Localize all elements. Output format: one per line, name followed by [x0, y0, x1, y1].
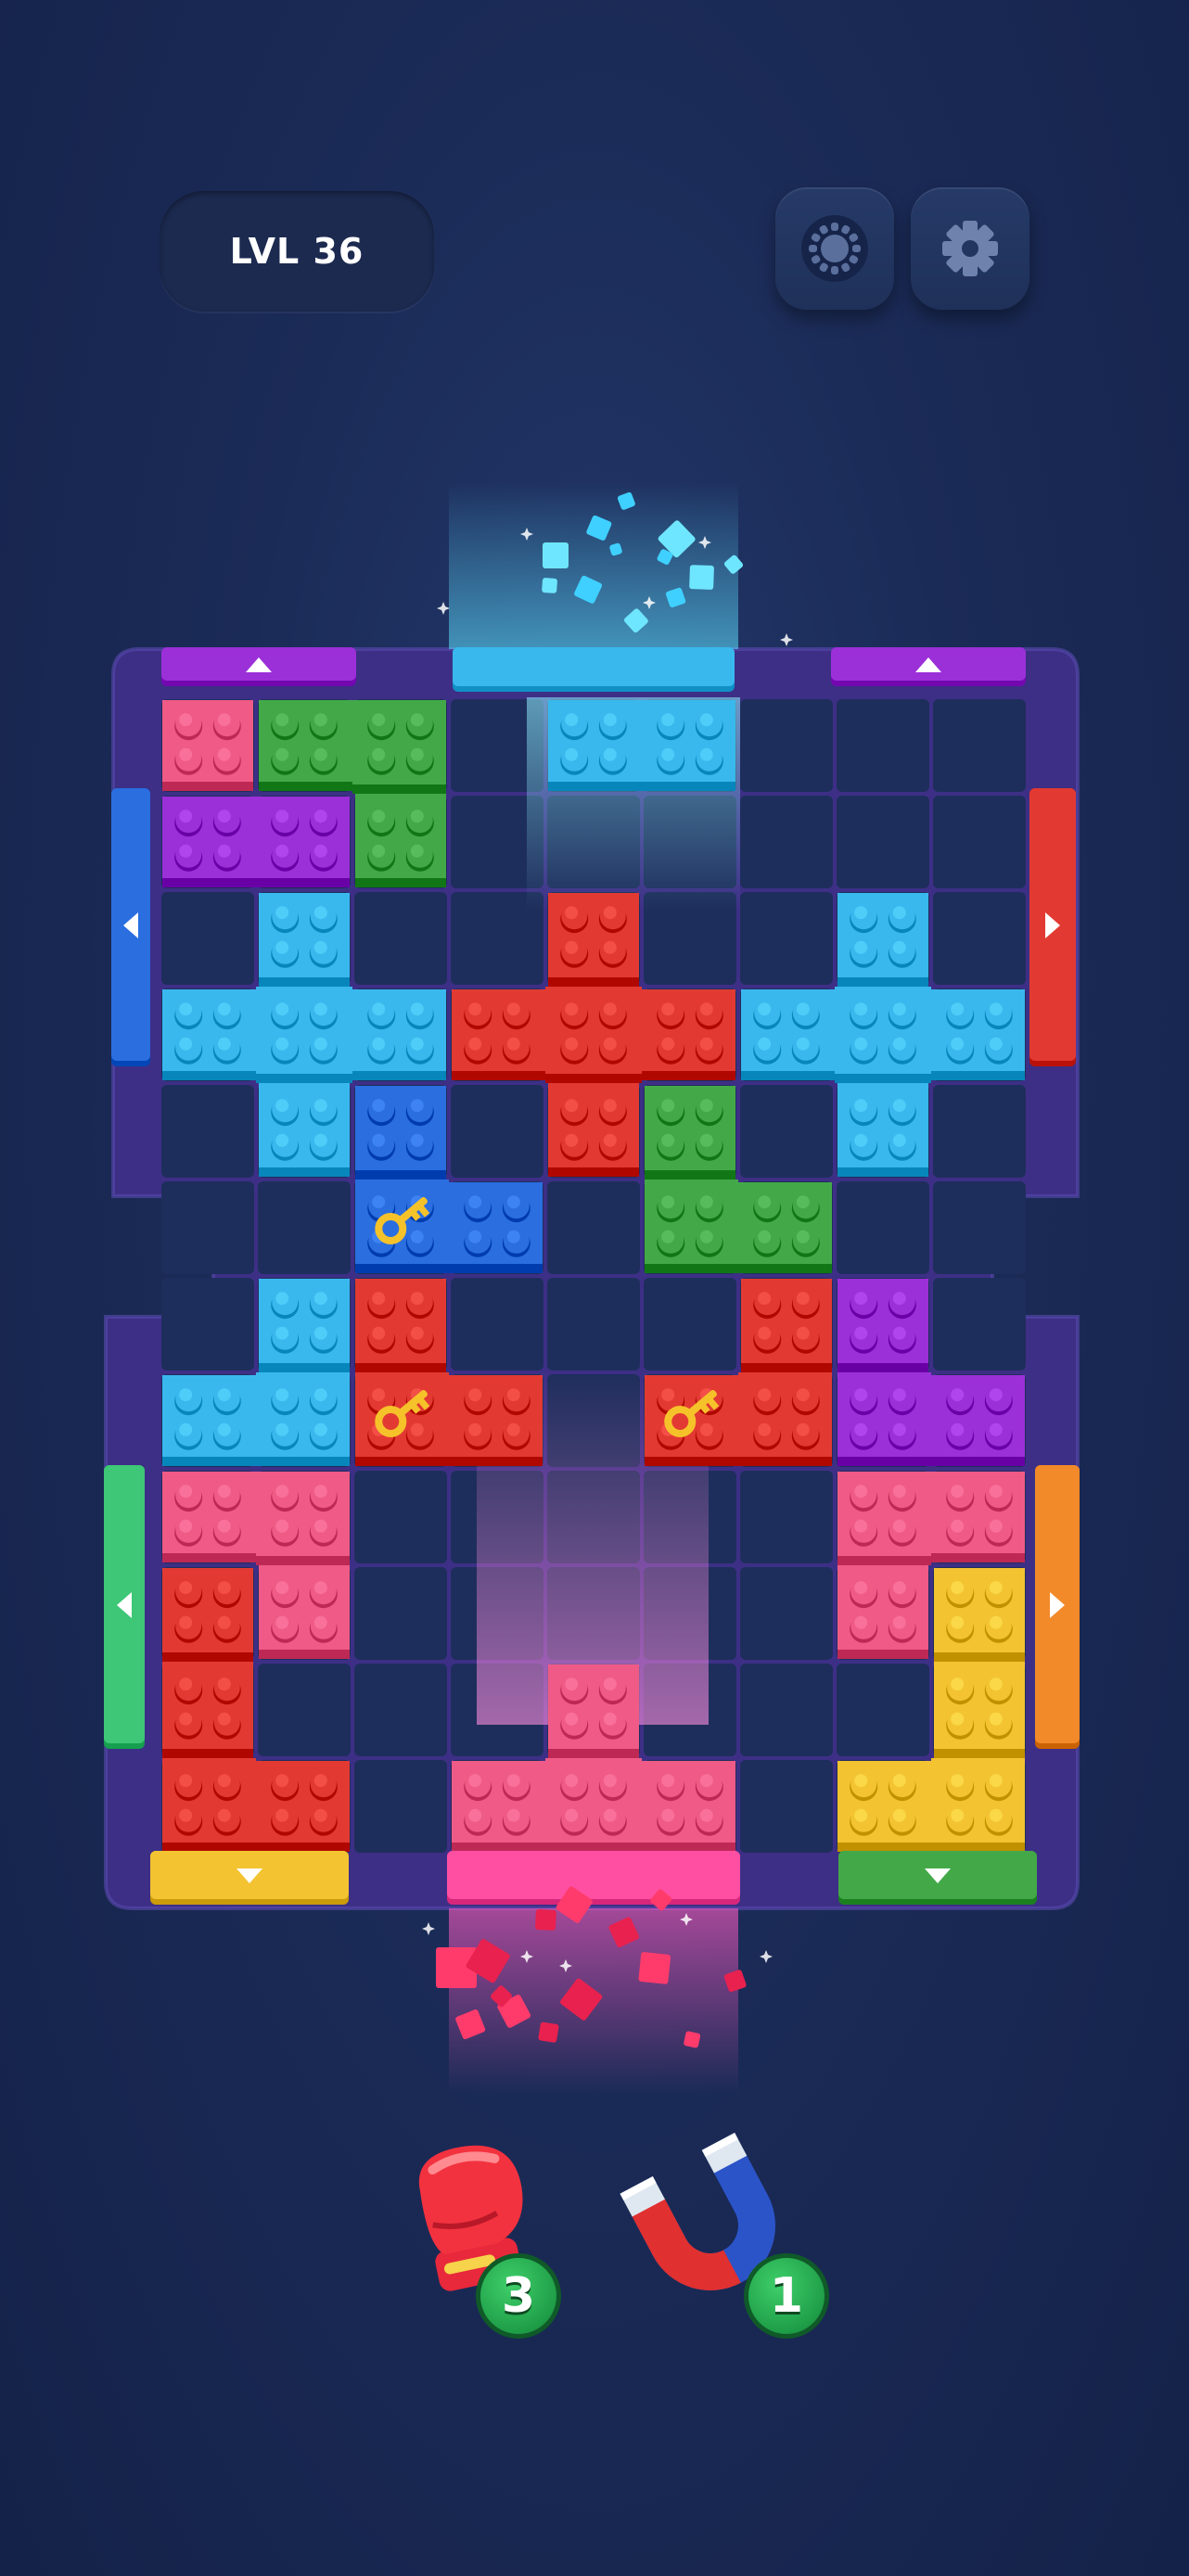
- exit-gate-blue-left: [111, 788, 150, 1066]
- cyan-particle: [542, 578, 557, 593]
- grid-cell: [933, 1278, 1026, 1371]
- sparkle-icon: [422, 1922, 435, 1935]
- grid-cell: [161, 892, 254, 985]
- sparkle-icon: [437, 602, 450, 615]
- grid-cell: [258, 1181, 351, 1274]
- exit-gate-orange-right: [1035, 1465, 1080, 1749]
- exit-gate-purple-top: [831, 647, 1026, 686]
- grid-cell: [837, 1181, 929, 1274]
- grid-cell: [740, 1664, 833, 1756]
- grid-cell: [354, 1664, 447, 1756]
- grid-cell: [547, 1278, 640, 1371]
- grid-cell: [740, 796, 833, 888]
- grid-cell: [933, 699, 1026, 792]
- sparkle-icon: [780, 633, 793, 646]
- magnet-count: 1: [769, 2268, 804, 2324]
- grid-cell: [644, 1278, 736, 1371]
- grid-cell: [933, 892, 1026, 985]
- puzzle-board: [0, 0, 1189, 2576]
- boxing-glove-count: 3: [501, 2268, 536, 2324]
- grid-cell: [354, 1471, 447, 1563]
- grid-cell: [740, 1760, 833, 1853]
- cyan-particle: [689, 565, 714, 590]
- grid-cell: [354, 1760, 447, 1853]
- grid-cell: [740, 1567, 833, 1660]
- exit-gate-yellow-bottom: [150, 1851, 349, 1905]
- grid-cell: [547, 1181, 640, 1274]
- grid-cell: [933, 1085, 1026, 1178]
- exit-gate-green-bottom: [838, 1851, 1037, 1905]
- grid-cell: [740, 1471, 833, 1563]
- grid-cell: [740, 1085, 833, 1178]
- grid-cell: [451, 1278, 543, 1371]
- purple-block[interactable]: [162, 797, 350, 887]
- grid-cell: [451, 1085, 543, 1178]
- pink-particle: [535, 1909, 556, 1931]
- grid-cell: [740, 892, 833, 985]
- boxing-glove-count-badge: 3: [476, 2253, 561, 2339]
- cyan-exiting-block[interactable]: [548, 700, 735, 791]
- grid-cell: [837, 699, 929, 792]
- grid-cell: [837, 796, 929, 888]
- grid-cell: [740, 699, 833, 792]
- grid-cell: [354, 1567, 447, 1660]
- pink-block[interactable]: [162, 700, 253, 791]
- grid-cell: [161, 1278, 254, 1371]
- board-canvas: [104, 482, 1080, 2094]
- exit-gate-magenta-bottom: [447, 1851, 740, 1905]
- sparkle-icon: [760, 1950, 773, 1963]
- pink-particle: [538, 2021, 559, 2043]
- pink-particle: [684, 2031, 701, 2048]
- grid-cell: [837, 1664, 929, 1756]
- grid-cell: [161, 1085, 254, 1178]
- grid-cell: [933, 796, 1026, 888]
- grid-cell: [258, 1664, 351, 1756]
- pink-particle: [638, 1952, 671, 1984]
- exit-gate-purple-top: [161, 647, 356, 686]
- grid-cell: [161, 1181, 254, 1274]
- exit-gate-mint-left: [104, 1465, 145, 1749]
- magnet-count-badge: 1: [744, 2253, 829, 2339]
- cyan-particle: [543, 542, 569, 568]
- grid-cell: [354, 892, 447, 985]
- grid-cell: [933, 1181, 1026, 1274]
- exit-gate-red-right: [1029, 788, 1076, 1066]
- exit-gate-cyan-top: [453, 647, 735, 692]
